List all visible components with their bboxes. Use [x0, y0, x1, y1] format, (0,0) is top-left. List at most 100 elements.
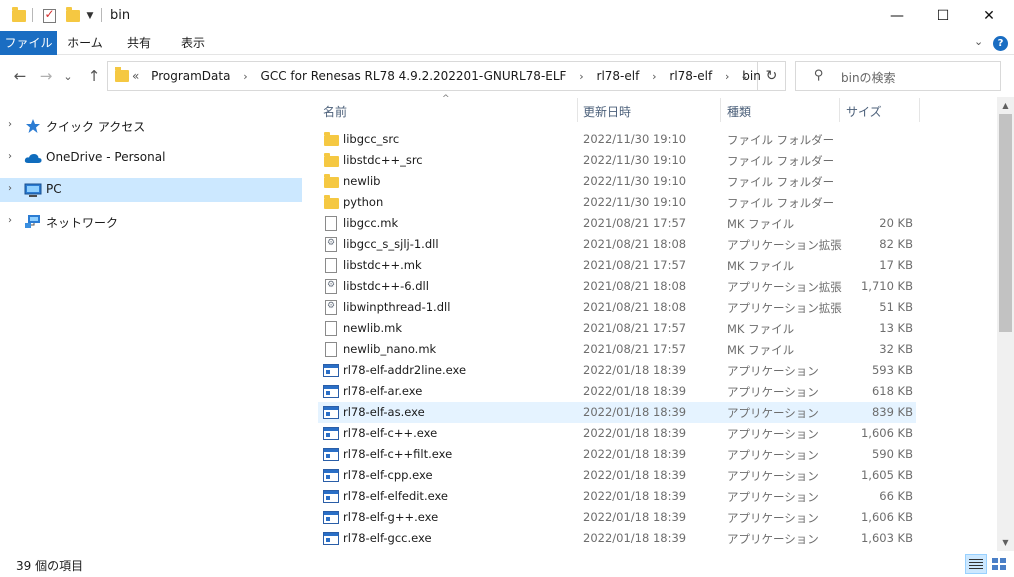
- table-row[interactable]: libstdc++.mk 2021/08/21 17:57 MK ファイル 17 KB: [318, 255, 916, 276]
- details-view-button[interactable]: [965, 554, 987, 574]
- table-row[interactable]: rl78-elf-elfedit.exe 2022/01/18 18:39 アプリケ…: [318, 486, 916, 507]
- table-row[interactable]: rl78-elf-addr2line.exe 2022/01/18 18:39 アプ…: [318, 360, 916, 381]
- table-row[interactable]: python 2022/11/30 19:10 ファイル フォルダー: [318, 192, 916, 213]
- table-row[interactable]: rl78-elf-ar.exe 2022/01/18 18:39 アプリケーション 6…: [318, 381, 916, 402]
- tab-home[interactable]: ホーム: [62, 31, 108, 55]
- file-date: 2022/01/18 18:39: [583, 384, 687, 398]
- nav-item-pc[interactable]: › PC: [0, 178, 302, 202]
- forward-button[interactable]: →: [34, 63, 58, 89]
- file-type: アプリケーション: [727, 406, 819, 420]
- column-size[interactable]: サイズ: [846, 103, 882, 120]
- document-icon: [325, 342, 337, 357]
- application-icon: [323, 490, 339, 503]
- vertical-scrollbar[interactable]: ▲ ▼: [997, 97, 1014, 551]
- chevron-right-icon[interactable]: ›: [652, 70, 656, 83]
- table-row[interactable]: rl78-elf-g++.exe 2022/01/18 18:39 アプリケーション…: [318, 507, 916, 528]
- breadcrumb-gcc[interactable]: GCC for Renesas RL78 4.9.2.202201-GNURL7…: [261, 69, 567, 83]
- file-name: python: [343, 195, 384, 209]
- table-row[interactable]: libstdc++_src 2022/11/30 19:10 ファイル フォルダー: [318, 150, 916, 171]
- table-row[interactable]: libgcc_src 2022/11/30 19:10 ファイル フォルダー: [318, 129, 916, 150]
- tab-share[interactable]: 共有: [116, 31, 162, 55]
- column-divider[interactable]: [839, 98, 840, 122]
- table-row[interactable]: rl78-elf-c++.exe 2022/01/18 18:39 アプリケーション…: [318, 423, 916, 444]
- file-size: 1,603 KB: [860, 531, 913, 545]
- column-header: ^ 名前 更新日時 種類 サイズ: [318, 94, 920, 123]
- scroll-up-icon[interactable]: ▲: [997, 97, 1014, 114]
- column-type[interactable]: 種類: [727, 103, 751, 120]
- table-row[interactable]: newlib 2022/11/30 19:10 ファイル フォルダー: [318, 171, 916, 192]
- file-type: アプリケーション: [727, 469, 819, 483]
- table-row[interactable]: rl78-elf-c++filt.exe 2022/01/18 18:39 アプリケ…: [318, 444, 916, 465]
- column-divider[interactable]: [720, 98, 721, 122]
- application-icon: [323, 532, 339, 545]
- file-date: 2022/01/18 18:39: [583, 489, 687, 503]
- folder-icon: [324, 174, 339, 188]
- tab-view[interactable]: 表示: [170, 31, 216, 55]
- recent-locations-button[interactable]: ⌄: [60, 63, 76, 89]
- folder-icon: [324, 132, 339, 146]
- table-row[interactable]: rl78-elf-cpp.exe 2022/01/18 18:39 アプリケーション…: [318, 465, 916, 486]
- chevron-right-icon[interactable]: ›: [243, 70, 247, 83]
- nav-item-quick-access[interactable]: › クイック アクセス: [0, 114, 302, 138]
- address-bar[interactable]: « ProgramData › GCC for Renesas RL78 4.9…: [107, 61, 761, 91]
- table-row[interactable]: libgcc_s_sjlj-1.dll 2021/08/21 18:08 アプリケー…: [318, 234, 916, 255]
- column-date[interactable]: 更新日時: [583, 103, 631, 120]
- tab-file[interactable]: ファイル: [0, 31, 57, 55]
- navigation-pane: › クイック アクセス › OneDrive - Personal › PC ›…: [0, 97, 302, 551]
- address-dropdown-button[interactable]: ⌄: [731, 62, 757, 90]
- file-date: 2022/11/30 19:10: [583, 132, 687, 146]
- chevron-right-icon[interactable]: ›: [8, 119, 12, 130]
- file-name: rl78-elf-cpp.exe: [343, 468, 433, 482]
- ribbon-expand-icon[interactable]: ⌄: [974, 35, 983, 48]
- chevron-right-icon[interactable]: ›: [725, 70, 729, 83]
- nav-item-onedrive[interactable]: › OneDrive - Personal: [0, 146, 302, 170]
- maximize-button[interactable]: ☐: [920, 0, 966, 31]
- quick-access-folder-icon[interactable]: [10, 6, 28, 26]
- scrollbar-thumb[interactable]: [999, 114, 1012, 332]
- search-box[interactable]: ⚲ binの検索: [795, 61, 1001, 91]
- column-name[interactable]: 名前: [323, 103, 347, 120]
- chevron-right-icon[interactable]: ›: [8, 215, 12, 226]
- customize-toolbar-arrow-icon[interactable]: ▼: [84, 6, 96, 26]
- new-folder-icon[interactable]: [64, 6, 82, 26]
- column-divider[interactable]: [919, 98, 920, 122]
- cloud-icon: [24, 154, 42, 163]
- breadcrumb-rl78-elf-1[interactable]: rl78-elf: [597, 69, 640, 83]
- scroll-down-icon[interactable]: ▼: [997, 534, 1014, 551]
- minimize-button[interactable]: —: [874, 0, 920, 31]
- breadcrumb-rl78-elf-2[interactable]: rl78-elf: [669, 69, 712, 83]
- breadcrumb-programdata[interactable]: ProgramData: [151, 69, 230, 83]
- tiles-view-button[interactable]: [988, 554, 1010, 574]
- status-bar: 39 個の項目: [0, 551, 1014, 577]
- help-icon[interactable]: ?: [993, 36, 1008, 51]
- table-row[interactable]: libgcc.mk 2021/08/21 17:57 MK ファイル 20 KB: [318, 213, 916, 234]
- table-row[interactable]: rl78-elf-gcc.exe 2022/01/18 18:39 アプリケーション…: [318, 528, 916, 549]
- nav-item-network[interactable]: › ネットワーク: [0, 210, 302, 234]
- column-divider[interactable]: [577, 98, 578, 122]
- file-type: アプリケーション: [727, 385, 819, 399]
- file-name: rl78-elf-elfedit.exe: [343, 489, 448, 503]
- network-icon: [25, 215, 40, 228]
- file-size: 66 KB: [879, 489, 913, 503]
- back-button[interactable]: ←: [8, 63, 32, 89]
- table-row[interactable]: newlib_nano.mk 2021/08/21 17:57 MK ファイル 32 …: [318, 339, 916, 360]
- table-row[interactable]: libwinpthread-1.dll 2021/08/21 18:08 アプリケー…: [318, 297, 916, 318]
- breadcrumb-overflow[interactable]: «: [132, 69, 139, 83]
- table-row[interactable]: newlib.mk 2021/08/21 17:57 MK ファイル 13 KB: [318, 318, 916, 339]
- table-row[interactable]: libstdc++-6.dll 2021/08/21 18:08 アプリケーション拡…: [318, 276, 916, 297]
- chevron-right-icon[interactable]: ›: [8, 151, 12, 162]
- up-button[interactable]: ↑: [82, 63, 106, 89]
- file-name: rl78-elf-c++.exe: [343, 426, 438, 440]
- file-name: rl78-elf-c++filt.exe: [343, 447, 453, 461]
- refresh-button[interactable]: ↻: [758, 61, 786, 91]
- file-type: アプリケーション: [727, 448, 819, 462]
- chevron-right-icon[interactable]: ›: [8, 183, 12, 194]
- close-button[interactable]: ✕: [966, 0, 1012, 31]
- properties-check-icon[interactable]: [40, 6, 58, 26]
- table-row[interactable]: rl78-elf-as.exe 2022/01/18 18:39 アプリケーション 8…: [318, 402, 916, 423]
- file-name: libstdc++_src: [343, 153, 423, 167]
- chevron-right-icon[interactable]: ›: [579, 70, 583, 83]
- file-type: ファイル フォルダー: [727, 154, 835, 168]
- search-input[interactable]: binの検索: [841, 69, 896, 86]
- ribbon-tabs: ファイル ホーム 共有 表示 ⌄ ?: [0, 31, 1014, 55]
